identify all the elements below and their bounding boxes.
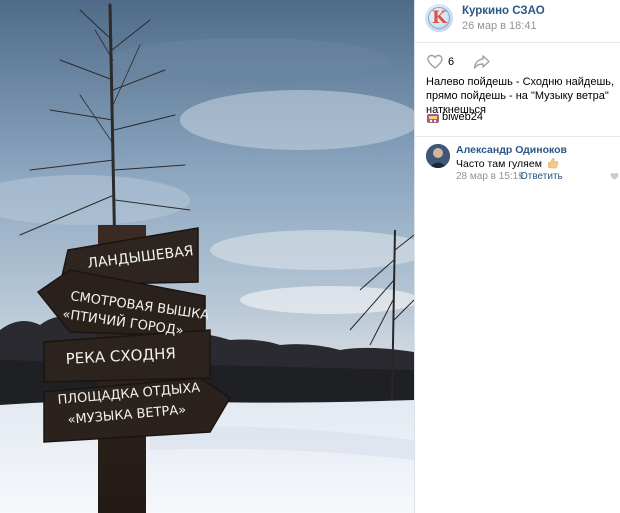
reply-link[interactable]: Ответить [520,171,563,182]
author-tag-text[interactable]: biweb24 [442,111,483,123]
commenter-avatar[interactable] [426,144,450,168]
header-separator [415,42,620,43]
post-panel: K Куркино СЗАО 26 мар в 18:41 6 Налево п… [415,0,620,513]
comments-separator [415,136,620,137]
comment-text: Часто там гуляем [456,158,542,170]
emoji-icon [427,114,439,123]
comment-text-line: Часто там гуляем [456,157,559,170]
comment-heart-icon[interactable] [610,172,619,181]
like-count: 6 [448,56,455,68]
share-arrow-icon[interactable] [473,54,491,70]
post-date[interactable]: 26 мар в 18:41 [462,20,537,32]
post-actions: 6 [427,54,547,70]
post-photo[interactable]: ЛАНДЫШЕВАЯ СМОТРОВАЯ ВЫШКА «ПТИЧИЙ ГОРОД… [0,0,414,513]
post-header: K Куркино СЗАО 26 мар в 18:41 [425,4,620,36]
comment-author-link[interactable]: Александр Одиноков [456,144,567,156]
group-name-link[interactable]: Куркино СЗАО [462,5,545,17]
photo-scene: ЛАНДЫШЕВАЯ СМОТРОВАЯ ВЫШКА «ПТИЧИЙ ГОРОД… [0,0,414,513]
comment-item: Александр Одиноков Часто там гуляем 28 м… [426,144,619,184]
heart-icon[interactable] [427,54,443,70]
comment-date[interactable]: 28 мар в 15:19 [456,171,524,182]
group-avatar[interactable]: K [425,4,453,32]
thumbs-up-icon [547,157,559,169]
